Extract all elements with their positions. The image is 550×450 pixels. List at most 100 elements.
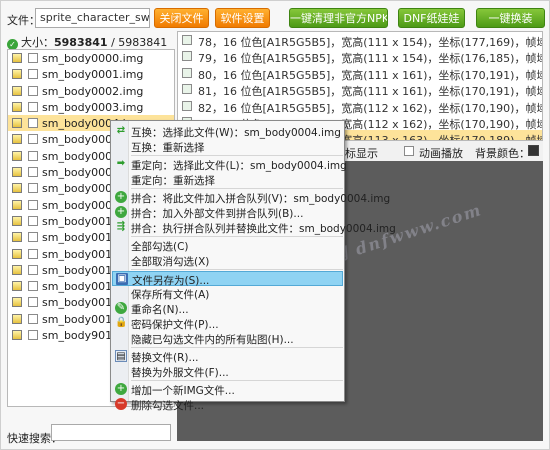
- menu-item-label: 删除勾选文件...: [131, 400, 205, 412]
- paper-doll-button[interactable]: DNF纸娃娃: [398, 8, 465, 28]
- file-name: sm_body0003.img: [42, 100, 144, 114]
- context-menu-item[interactable]: 全部勾选(C): [112, 238, 343, 253]
- context-menu-item[interactable]: 替换为外服文件(F)...: [112, 364, 343, 379]
- file-checkbox[interactable]: [28, 199, 38, 210]
- menu-item-label: 重命名(N)...: [131, 304, 189, 316]
- img-file-icon: [12, 330, 22, 341]
- context-menu-item[interactable]: 互换：重新选择: [112, 139, 343, 154]
- menu-item-label: 增加一个新IMG文件...: [131, 385, 235, 397]
- context-menu-item[interactable]: 全部取消勾选(X): [112, 253, 343, 268]
- file-list-item[interactable]: sm_body0003.img: [8, 99, 174, 115]
- menu-separator: [131, 347, 343, 348]
- frame-row[interactable]: 82，16 位色[A1R5G5B5]，宽高(112 x 162)，坐标(170,…: [178, 98, 542, 115]
- file-name: sm_body0000.img: [42, 52, 144, 65]
- file-checkbox[interactable]: [28, 69, 38, 80]
- save-icon: ▣: [116, 273, 128, 285]
- menu-item-label: 隐藏已勾选文件内的所有贴图(H)...: [131, 334, 294, 346]
- replace-icon: ▤: [115, 350, 127, 362]
- context-menu-item[interactable]: ▤ 替换文件(R)...: [112, 349, 343, 364]
- context-menu-item[interactable]: ✎ 重命名(N)...: [112, 301, 343, 316]
- bg-color-label: 背景颜色：: [475, 147, 530, 160]
- img-file-icon: [12, 85, 22, 96]
- menu-item-label: 密码保护文件(P)...: [131, 319, 219, 331]
- file-checkbox[interactable]: [28, 118, 38, 129]
- file-checkbox[interactable]: [28, 183, 38, 194]
- file-checkbox[interactable]: [28, 232, 38, 243]
- menu-separator: [131, 380, 343, 381]
- menu-item-label: 重定向：重新选择: [131, 175, 215, 187]
- file-checkbox[interactable]: [28, 330, 38, 341]
- settings-button[interactable]: 软件设置: [215, 8, 270, 28]
- frame-checkbox[interactable]: [182, 67, 192, 78]
- context-menu-item[interactable]: ➡ 重定向：选择此文件(L)：sm_body0004.img: [112, 157, 347, 172]
- img-file-icon: [12, 69, 22, 80]
- menu-item-label: 互换：选择此文件(W)：sm_body0004.img: [131, 127, 341, 139]
- swap-arrows-icon: ⇄: [116, 125, 126, 136]
- file-checkbox[interactable]: [28, 313, 38, 324]
- quick-outfit-button[interactable]: 一键换装: [476, 8, 545, 28]
- menu-separator: [131, 236, 343, 237]
- frame-checkbox[interactable]: [182, 100, 192, 111]
- file-checkbox[interactable]: [28, 85, 38, 96]
- close-file-button[interactable]: 关闭文件: [154, 8, 209, 28]
- menu-separator: [131, 155, 343, 156]
- file-checkbox[interactable]: [28, 134, 38, 145]
- frame-checkbox[interactable]: [182, 35, 192, 45]
- menu-item-label: 保存所有文件(A): [131, 289, 210, 301]
- merge-icon: ⇶: [116, 221, 126, 232]
- file-checkbox[interactable]: [28, 264, 38, 275]
- context-menu-item[interactable]: + 增加一个新IMG文件...: [112, 382, 343, 397]
- quick-search-input[interactable]: [51, 424, 171, 441]
- anim-play-checkbox[interactable]: [404, 146, 414, 156]
- img-file-icon: [12, 167, 22, 178]
- file-list-item[interactable]: sm_body0000.img: [8, 50, 174, 66]
- menu-separator: [131, 269, 343, 270]
- anim-play-label: 动画播放: [419, 147, 463, 160]
- img-file-icon: [12, 183, 22, 194]
- frame-row[interactable]: 80，16 位色[A1R5G5B5]，宽高(111 x 161)，坐标(170,…: [178, 65, 542, 82]
- file-checkbox[interactable]: [28, 53, 38, 63]
- menu-separator: [131, 188, 343, 189]
- context-menu-item[interactable]: 保存所有文件(A): [112, 286, 343, 301]
- menu-item-label: 互换：重新选择: [131, 142, 205, 154]
- file-checkbox[interactable]: [28, 297, 38, 308]
- context-menu-item[interactable]: + 拼合：加入外部文件到拼合队列(B)...: [112, 205, 343, 220]
- menu-item-label: 拼合：将此文件加入拼合队列(V)：sm_body0004.img: [131, 193, 391, 205]
- file-path-input[interactable]: sprite_character_swordma: [35, 8, 150, 28]
- context-menu-item[interactable]: 🔒 密码保护文件(P)...: [112, 316, 343, 331]
- frame-checkbox[interactable]: [182, 51, 192, 62]
- size-current: 5983841: [54, 36, 108, 49]
- file-checkbox[interactable]: [28, 150, 38, 161]
- clean-npk-button[interactable]: 一键清理非官方NPK: [289, 8, 388, 28]
- menu-item-label: 重定向：选择此文件(L)：sm_body0004.img: [131, 160, 347, 172]
- coord-display-label: 标显示: [345, 147, 378, 160]
- context-menu-item[interactable]: ⇶ 拼合：执行拼合队列并替换此文件：sm_body0004.img: [112, 220, 396, 235]
- menu-item-label: 替换为外服文件(F)...: [131, 367, 229, 379]
- img-file-icon: [12, 215, 22, 226]
- frame-row[interactable]: 78，16 位色[A1R5G5B5]，宽高(111 x 154)，坐标(177,…: [178, 32, 542, 49]
- context-menu-item[interactable]: + 拼合：将此文件加入拼合队列(V)：sm_body0004.img: [112, 190, 390, 205]
- menu-item-label: 全部勾选(C): [131, 241, 189, 253]
- context-menu: ⇄ 互换：选择此文件(W)：sm_body0004.img 互换：重新选择 ➡ 重定向：…: [110, 120, 396, 412]
- file-checkbox[interactable]: [28, 101, 38, 112]
- lock-icon: 🔒: [115, 317, 128, 328]
- rename-icon: ✎: [115, 302, 127, 314]
- file-checkbox[interactable]: [28, 281, 38, 292]
- context-menu-item[interactable]: 隐藏已勾选文件内的所有贴图(H)...: [112, 331, 343, 346]
- file-checkbox[interactable]: [28, 215, 38, 226]
- frame-checkbox[interactable]: [182, 84, 192, 95]
- img-file-icon: [12, 150, 22, 161]
- context-menu-item[interactable]: 重定向：重新选择: [112, 172, 343, 187]
- context-menu-item[interactable]: − 删除勾选文件...: [112, 397, 343, 412]
- file-checkbox[interactable]: [28, 167, 38, 178]
- bg-color-swatch[interactable]: [528, 145, 539, 156]
- img-file-icon: [12, 199, 22, 210]
- file-list-item[interactable]: sm_body0002.img: [8, 83, 174, 99]
- file-list-item[interactable]: sm_body0001.img: [8, 66, 174, 82]
- frame-row[interactable]: 81，16 位色[A1R5G5B5]，宽高(111 x 161)，坐标(170,…: [178, 81, 542, 98]
- file-checkbox[interactable]: [28, 248, 38, 259]
- context-menu-item[interactable]: ⇄ 互换：选择此文件(W)：sm_body0004.img: [112, 124, 343, 139]
- context-menu-item[interactable]: ▣ 文件另存为(S)...: [112, 271, 343, 287]
- size-indicator: ✓ 大小：5983841 / 5983841: [7, 34, 167, 50]
- frame-row[interactable]: 79，16 位色[A1R5G5B5]，宽高(111 x 154)，坐标(176,…: [178, 48, 542, 65]
